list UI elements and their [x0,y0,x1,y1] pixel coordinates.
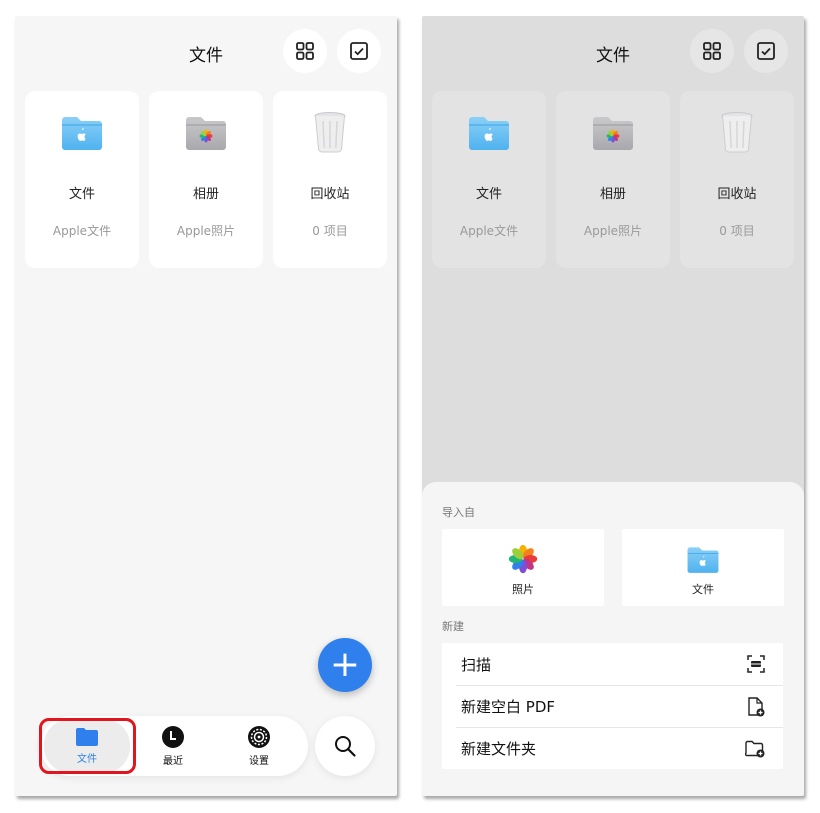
new-pdf-row[interactable]: 新建空白 PDF [456,685,783,727]
card-trash[interactable]: 回收站 0 项目 [680,91,794,268]
select-button[interactable] [337,29,381,73]
photos-icon [508,544,538,574]
card-name: 相册 [599,187,626,202]
new-folder-icon [745,740,765,757]
card-album[interactable]: 相册 Apple照片 [556,91,670,268]
card-album[interactable]: 相册 Apple照片 [149,91,263,268]
import-label: 照片 [512,583,534,596]
files-screen-with-sheet: 文件 文件 Apple文件 相册 Apple照片 回收站 0 项目 导入自 照片 [422,16,804,796]
card-name: 回收站 [310,187,350,202]
row-label: 扫描 [461,655,492,674]
select-button[interactable] [744,29,788,73]
card-subtitle: 0 项目 [312,224,348,238]
import-label: 文件 [692,583,714,596]
action-sheet: 导入自 照片 文件 新建 扫描 新建空白 PDF 新建文件夹 [422,482,804,796]
files-folder-icon [687,547,719,573]
gear-icon [248,726,270,748]
scan-icon [747,655,765,673]
section-title-import: 导入自 [442,506,475,519]
row-label: 新建文件夹 [461,740,537,758]
new-actions-list: 扫描 新建空白 PDF 新建文件夹 [442,643,783,769]
plus-icon: + [329,644,361,685]
tab-label: 设置 [249,756,269,767]
new-folder-row[interactable]: 新建文件夹 [456,727,783,769]
card-subtitle: Apple照片 [176,224,236,238]
card-trash[interactable]: 回收站 0 项目 [273,91,387,268]
grid-icon [703,42,721,60]
add-button[interactable]: + [318,638,372,692]
files-screen: 文件 文件 Apple文件 相册 Apple照片 回收站 0 项目 + 文件 最… [15,16,397,796]
card-subtitle: Apple文件 [52,224,112,238]
clock-icon [162,726,184,748]
card-name: 文件 [475,187,502,202]
import-files-button[interactable]: 文件 [622,529,784,606]
import-photos-button[interactable]: 照片 [442,529,604,606]
card-subtitle: Apple文件 [459,224,519,238]
photos-folder-icon [186,117,226,150]
row-label: 新建空白 PDF [461,698,555,716]
section-title-new: 新建 [442,620,464,633]
card-name: 回收站 [717,187,757,202]
trash-icon [314,112,346,153]
card-subtitle: 0 项目 [719,224,755,238]
tab-recent[interactable]: 最近 [130,719,216,773]
grid-view-button[interactable] [690,29,734,73]
card-files[interactable]: 文件 Apple文件 [432,91,546,268]
search-icon [335,736,356,757]
grid-view-button[interactable] [283,29,327,73]
photos-folder-icon [593,117,633,150]
checkbox-icon [757,42,775,60]
search-button[interactable] [315,716,375,776]
card-name: 文件 [68,187,95,202]
tab-settings[interactable]: 设置 [216,719,302,773]
card-files[interactable]: 文件 Apple文件 [25,91,139,268]
trash-icon [721,112,753,153]
checkbox-icon [350,42,368,60]
new-pdf-icon [748,696,765,716]
card-name: 相册 [192,187,219,202]
blue-folder-icon [469,117,509,150]
scan-row[interactable]: 扫描 [442,643,783,685]
blue-folder-icon [62,117,102,150]
card-subtitle: Apple照片 [583,224,643,238]
grid-icon [296,42,314,60]
highlight-box [39,718,136,774]
tab-label: 最近 [163,756,183,767]
